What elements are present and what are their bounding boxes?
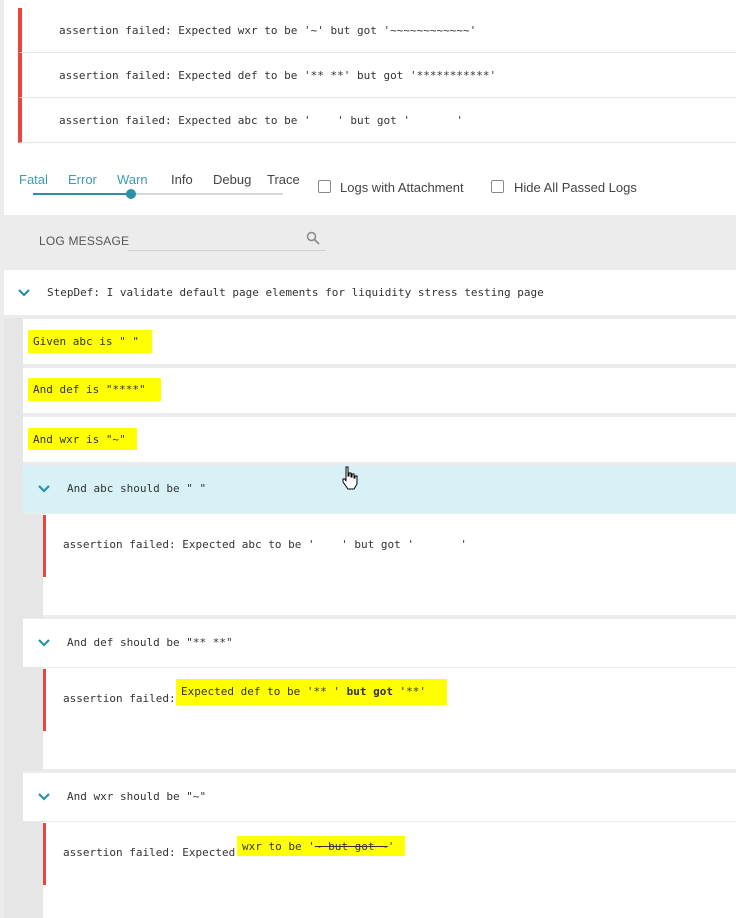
- failure-message: assertion failed: Expected def to be '**…: [59, 69, 497, 82]
- error-bar: [43, 823, 46, 885]
- level-slider-fill: [33, 193, 131, 195]
- diff-text: '**': [392, 685, 427, 698]
- level-info[interactable]: Info: [171, 172, 193, 187]
- hide-passed-logs-checkbox[interactable]: [491, 180, 504, 193]
- assertion-title: And wxr should be "~": [67, 790, 207, 803]
- assertion-gutter: [23, 821, 43, 918]
- failure-row[interactable]: assertion failed: Expected wxr to be '~'…: [18, 8, 736, 53]
- level-error[interactable]: Error: [68, 172, 97, 187]
- hide-passed-logs-label[interactable]: Hide All Passed Logs: [514, 180, 637, 195]
- step-row[interactable]: Given abc is " ": [23, 319, 736, 364]
- level-fatal[interactable]: Fatal: [19, 172, 48, 187]
- step-text: And wxr is "~": [33, 433, 126, 446]
- search-icon[interactable]: [306, 231, 320, 245]
- error-bar: [43, 515, 46, 577]
- log-message-label: LOG MESSAGE: [39, 234, 130, 248]
- assertion-body: assertion failed: Expected abc to be ' '…: [43, 514, 736, 615]
- chevron-down-icon[interactable]: [37, 638, 51, 648]
- level-warn[interactable]: Warn: [117, 172, 148, 187]
- chevron-down-icon[interactable]: [37, 792, 51, 802]
- assertion-body: assertion failed: Expected def to be '**…: [43, 668, 736, 769]
- hand-cursor-icon: [342, 466, 358, 490]
- step-row[interactable]: And wxr is "~": [23, 417, 736, 462]
- assertion-message: assertion failed: Expected abc to be ' '…: [63, 538, 467, 551]
- highlighted-step: Given abc is " ": [28, 330, 152, 353]
- logs-with-attachment-checkbox[interactable]: [318, 180, 331, 193]
- step-row[interactable]: And def is "****": [23, 368, 736, 413]
- assertion-title: And abc should be " ": [67, 482, 207, 495]
- failure-message: assertion failed: Expected wxr to be '~'…: [59, 24, 477, 37]
- diff-text: wxr to be ': [242, 840, 315, 853]
- log-message-search-input[interactable]: [128, 228, 326, 251]
- assertion-gutter: [23, 514, 43, 618]
- assertion-body: assertion failed: Expected wxr to be '~ …: [43, 822, 736, 918]
- highlighted-diff: wxr to be '~ but got ~': [237, 836, 405, 856]
- diff-text: Expected def to be '** ': [181, 685, 347, 698]
- highlighted-step: And def is "****": [28, 378, 161, 401]
- step-gutter: [4, 318, 23, 918]
- level-trace[interactable]: Trace: [267, 172, 300, 187]
- step-text: Given abc is " ": [33, 335, 139, 348]
- assertion-gutter: [23, 667, 43, 771]
- chevron-down-icon[interactable]: [17, 288, 31, 298]
- assertion-prefix: assertion failed:: [63, 692, 183, 705]
- step-text: And def is "****": [33, 383, 146, 396]
- error-bar: [43, 669, 46, 731]
- assertion-title: And def should be "** **": [67, 636, 233, 649]
- diff-text: ': [387, 840, 395, 853]
- log-filter-panel: [4, 143, 736, 215]
- chevron-down-icon[interactable]: [37, 484, 51, 494]
- stepdef-title: StepDef: I validate default page element…: [47, 286, 544, 299]
- assertion-prefix: assertion failed: Expected: [63, 846, 242, 859]
- failure-list: assertion failed: Expected wxr to be '~'…: [4, 0, 736, 143]
- logs-with-attachment-label[interactable]: Logs with Attachment: [340, 180, 464, 195]
- level-slider-knob[interactable]: [126, 189, 136, 199]
- failure-row[interactable]: assertion failed: Expected abc to be ' '…: [18, 98, 736, 143]
- level-debug[interactable]: Debug: [213, 172, 251, 187]
- highlighted-diff: Expected def to be '** ' but got '**': [176, 679, 447, 705]
- diff-strike-text: ~ but got ~: [314, 840, 388, 853]
- failure-message: assertion failed: Expected abc to be ' '…: [59, 114, 463, 127]
- highlighted-step: And wxr is "~": [28, 428, 137, 450]
- failure-row[interactable]: assertion failed: Expected def to be '**…: [18, 53, 736, 98]
- diff-bold-text: but got: [346, 685, 393, 698]
